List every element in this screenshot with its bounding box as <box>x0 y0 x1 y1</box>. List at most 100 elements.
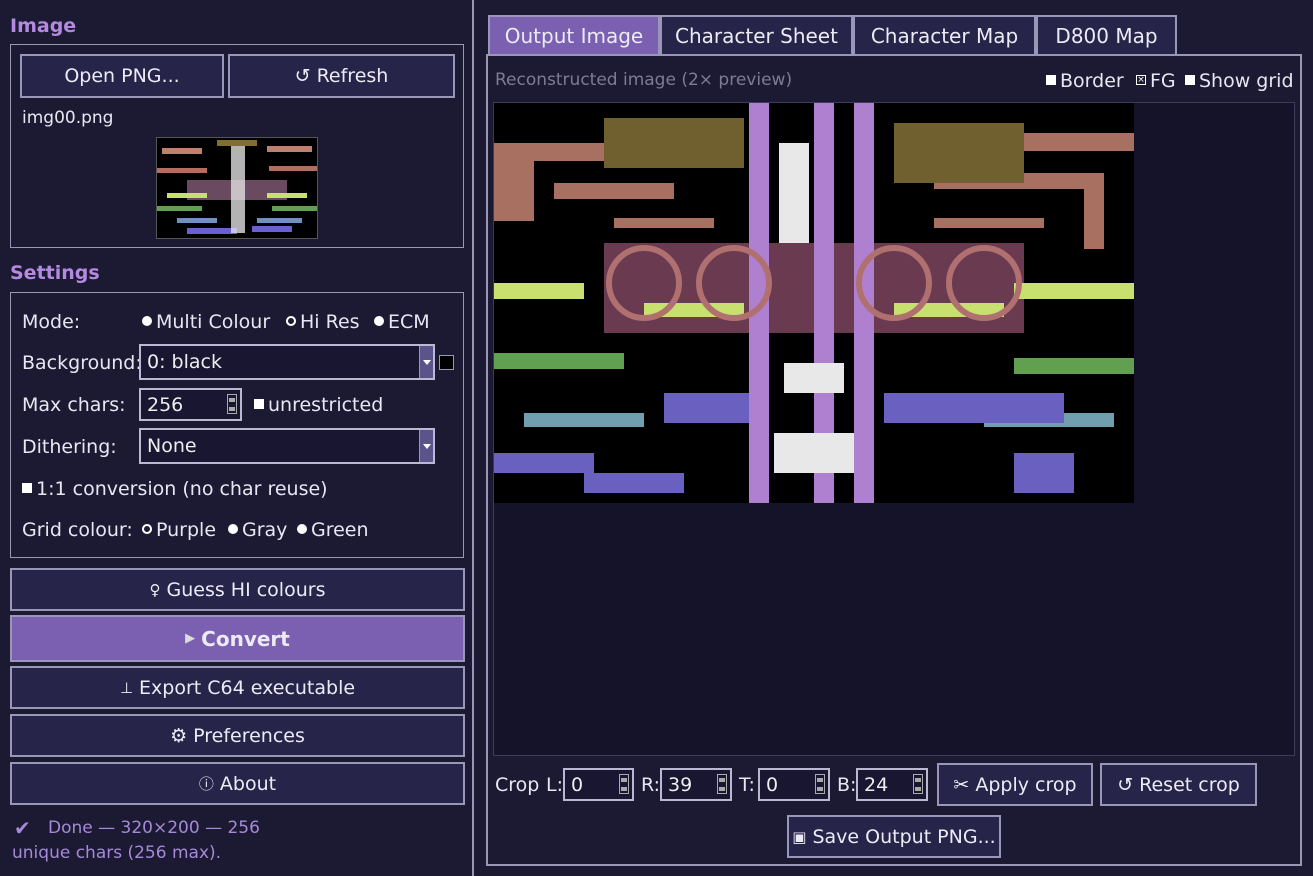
play-icon: ▶ <box>185 631 196 646</box>
mode-ecm-radio[interactable]: ECM <box>374 311 430 333</box>
settings-section-header: Settings <box>10 262 100 284</box>
max-chars-value: 256 <box>147 393 184 416</box>
crop-l-value: 0 <box>571 773 584 796</box>
show-grid-checkbox[interactable]: Show grid <box>1185 70 1294 92</box>
dithering-value: None <box>147 435 197 457</box>
refresh-label: Refresh <box>316 65 389 87</box>
background-label: Background: <box>22 352 142 374</box>
grid-gray-label: Gray <box>242 519 288 541</box>
spinner-icon[interactable] <box>227 394 237 414</box>
fg-checkbox[interactable]: × FG <box>1136 70 1176 92</box>
one-to-one-checkbox[interactable]: 1:1 conversion (no char reuse) <box>22 478 328 500</box>
refresh-icon: ↺ <box>294 65 311 87</box>
tab-character-map-label: Character Map <box>870 24 1019 48</box>
mode-label: Mode: <box>22 311 81 333</box>
reset-crop-button[interactable]: ↺ Reset crop <box>1100 763 1257 806</box>
crop-r-value: 39 <box>668 773 693 796</box>
crop-b-value: 24 <box>864 773 889 796</box>
max-chars-label: Max chars: <box>22 394 126 416</box>
dithering-select[interactable]: None <box>139 428 435 464</box>
checkbox-icon <box>254 398 264 409</box>
tab-character-map[interactable]: Character Map <box>853 15 1036 55</box>
grid-green-radio[interactable]: Green <box>297 519 369 541</box>
filename-label: img00.png <box>22 108 114 128</box>
spinner-icon[interactable] <box>913 774 923 794</box>
preferences-label: Preferences <box>193 724 305 747</box>
checkbox-icon <box>1185 74 1195 85</box>
guess-colours-button[interactable]: ♀ Guess HI colours <box>10 568 465 611</box>
crop-r-input[interactable]: 39 <box>660 768 732 801</box>
tab-character-sheet[interactable]: Character Sheet <box>660 15 853 55</box>
dithering-label: Dithering: <box>22 436 117 458</box>
refresh-button[interactable]: ↺ Refresh <box>228 54 455 98</box>
spinner-icon[interactable] <box>619 774 629 794</box>
info-icon: ⓘ <box>198 775 214 793</box>
grid-gray-radio[interactable]: Gray <box>228 519 287 541</box>
export-label: Export C64 executable <box>139 676 356 699</box>
crop-t-input[interactable]: 0 <box>758 768 830 801</box>
mode-multicolour-label: Multi Colour <box>156 311 271 333</box>
export-button[interactable]: ⊥ Export C64 executable <box>10 666 465 709</box>
open-png-button[interactable]: Open PNG... <box>20 54 224 98</box>
scissors-icon: ✂ <box>953 773 970 796</box>
convert-label: Convert <box>201 626 290 651</box>
reset-icon: ↺ <box>1117 773 1134 796</box>
output-caption: Reconstructed image (2× preview) <box>495 70 793 90</box>
crop-l-label: L: <box>546 774 563 796</box>
crop-b-input[interactable]: 24 <box>856 768 928 801</box>
open-png-label: Open PNG... <box>64 65 180 87</box>
radio-icon <box>228 523 238 534</box>
tab-character-sheet-label: Character Sheet <box>675 24 838 48</box>
one-to-one-label: 1:1 conversion (no char reuse) <box>36 478 328 500</box>
radio-selected-icon <box>142 523 152 534</box>
save-output-label: Save Output PNG... <box>812 825 996 848</box>
spinner-icon[interactable] <box>815 774 825 794</box>
preferences-button[interactable]: ⚙ Preferences <box>10 714 465 757</box>
max-chars-input[interactable]: 256 <box>139 388 242 421</box>
lightbulb-icon: ♀ <box>149 580 161 599</box>
status-line-1: Done — 320×200 — 256 <box>48 818 260 838</box>
background-select[interactable]: 0: black <box>139 344 435 380</box>
unrestricted-label: unrestricted <box>268 394 384 416</box>
status-line-2: unique chars (256 max). <box>12 843 222 863</box>
radio-selected-icon <box>286 315 296 326</box>
border-label: Border <box>1060 70 1124 92</box>
grid-purple-radio[interactable]: Purple <box>142 519 216 541</box>
reset-crop-label: Reset crop <box>1139 773 1240 796</box>
background-swatch <box>439 355 454 370</box>
background-value: 0: black <box>147 351 222 373</box>
checkbox-checked-icon: × <box>1136 74 1146 85</box>
save-output-button[interactable]: ▣ Save Output PNG... <box>787 815 1001 858</box>
radio-icon <box>142 315 152 326</box>
apply-crop-button[interactable]: ✂ Apply crop <box>937 763 1093 806</box>
status-check-icon: ✔ <box>14 816 31 840</box>
unrestricted-checkbox[interactable]: unrestricted <box>254 394 383 416</box>
show-grid-label: Show grid <box>1199 70 1294 92</box>
save-icon: ▣ <box>792 827 807 846</box>
tab-output-image[interactable]: Output Image <box>488 15 660 55</box>
chevron-down-icon <box>419 430 433 462</box>
tab-d800-map-label: D800 Map <box>1055 24 1158 48</box>
crop-l-input[interactable]: 0 <box>563 768 634 801</box>
tab-d800-map[interactable]: D800 Map <box>1036 15 1177 55</box>
convert-button[interactable]: ▶ Convert <box>10 615 465 662</box>
spinner-icon[interactable] <box>717 774 727 794</box>
mode-hires-radio[interactable]: Hi Res <box>286 311 360 333</box>
about-button[interactable]: ⓘ About <box>10 762 465 805</box>
mode-hires-label: Hi Res <box>300 311 360 333</box>
radio-icon <box>374 315 384 326</box>
apply-crop-label: Apply crop <box>975 773 1077 796</box>
crop-b-label: B: <box>837 774 857 796</box>
mode-ecm-label: ECM <box>388 311 430 333</box>
crop-t-label: T: <box>739 774 755 796</box>
guess-colours-label: Guess HI colours <box>166 578 326 601</box>
grid-purple-label: Purple <box>156 519 217 541</box>
mode-multicolour-radio[interactable]: Multi Colour <box>142 311 270 333</box>
crop-r-label: R: <box>641 774 661 796</box>
chevron-down-icon <box>419 346 433 378</box>
crop-t-value: 0 <box>766 773 779 796</box>
border-checkbox[interactable]: Border <box>1046 70 1124 92</box>
radio-icon <box>297 523 307 534</box>
crop-label: Crop <box>495 774 540 796</box>
fg-label: FG <box>1150 70 1176 92</box>
